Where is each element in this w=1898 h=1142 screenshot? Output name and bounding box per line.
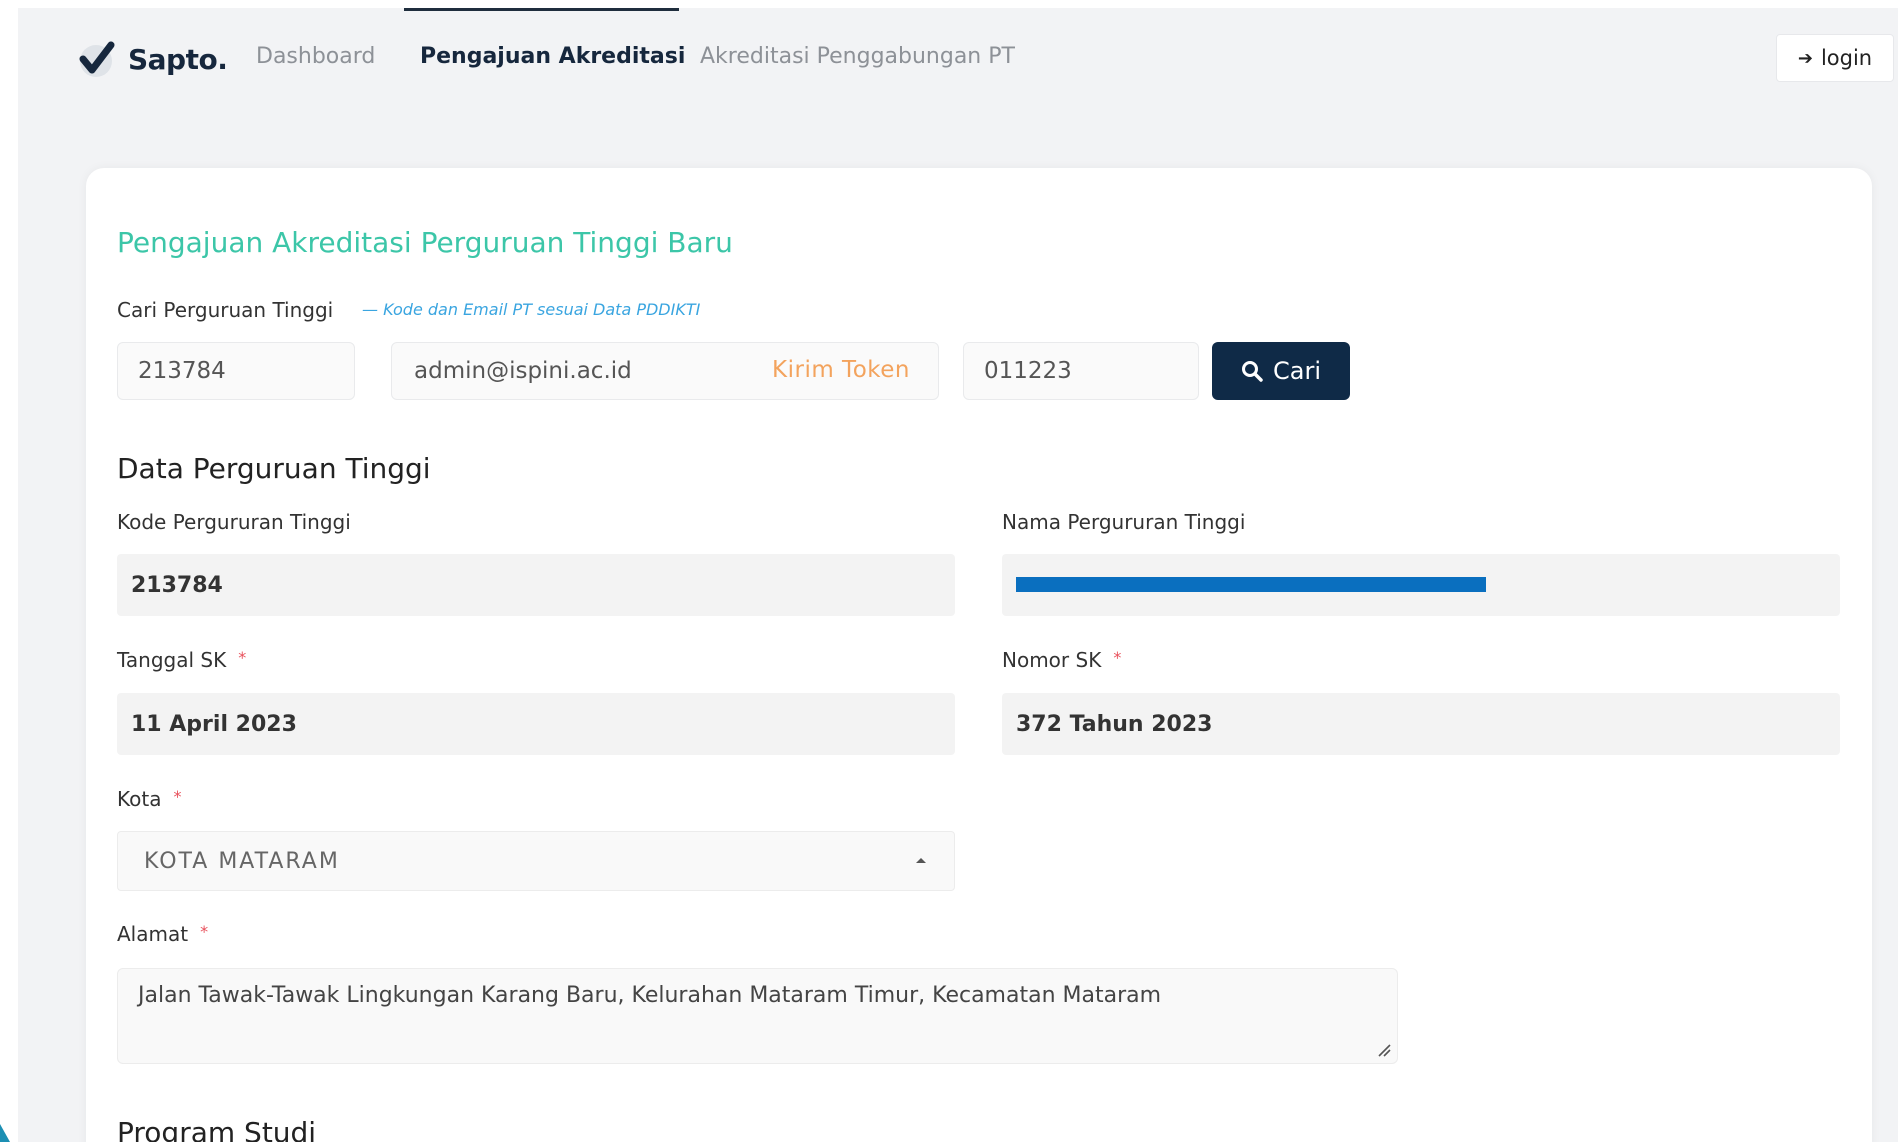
nomor-sk-label-text: Nomor SK [1002, 648, 1102, 672]
resize-handle-icon[interactable] [1377, 1043, 1391, 1057]
search-hint: — Kode dan Email PT sesuai Data PDDIKTI [362, 300, 701, 319]
brand-name: Sapto. [128, 42, 228, 76]
nav-akreditasi-penggabungan[interactable]: Akreditasi Penggabungan PT [700, 44, 1015, 69]
token-input[interactable]: 011223 [963, 342, 1199, 400]
nav-pengajuan-akreditasi[interactable]: Pengajuan Akreditasi [420, 44, 685, 69]
nomor-sk-value: 372 Tahun 2023 [1016, 711, 1213, 737]
tanggal-sk-label-text: Tanggal SK [117, 648, 227, 672]
kode-label: Kode Pergururan Tinggi [117, 510, 351, 534]
nama-label: Nama Pergururan Tinggi [1002, 510, 1246, 534]
alamat-textarea[interactable]: Jalan Tawak-Tawak Lingkungan Karang Baru… [117, 968, 1398, 1064]
kode-value: 213784 [131, 572, 223, 598]
search-email-value: admin@ispini.ac.id [414, 358, 632, 384]
program-studi-title: Program Studi [117, 1116, 317, 1142]
kota-value: KOTA MATARAM [144, 848, 340, 874]
check-logo-icon [79, 41, 115, 77]
brand[interactable]: Sapto. [76, 34, 228, 84]
sign-in-icon: ➔ [1797, 47, 1813, 69]
token-value: 011223 [984, 358, 1072, 384]
required-mark: * [173, 787, 182, 806]
cari-label: Cari [1273, 357, 1321, 385]
nomor-sk-field[interactable]: 372 Tahun 2023 [1002, 693, 1840, 755]
kirim-token-button[interactable]: Kirim Token [772, 357, 910, 383]
required-mark: * [200, 922, 209, 941]
kota-select[interactable]: KOTA MATARAM [117, 831, 955, 891]
search-label: Cari Perguruan Tinggi [117, 298, 334, 322]
search-email-input[interactable]: admin@ispini.ac.id Kirim Token [391, 342, 939, 400]
alamat-value: Jalan Tawak-Tawak Lingkungan Karang Baru… [138, 983, 1162, 1008]
search-icon [1242, 361, 1263, 382]
tanggal-sk-field[interactable]: 11 April 2023 [117, 693, 955, 755]
cari-button[interactable]: Cari [1212, 342, 1350, 400]
login-label: login [1820, 46, 1873, 70]
redaction-bar [1016, 577, 1486, 592]
corner-accent [0, 1124, 10, 1142]
form-title: Pengajuan Akreditasi Perguruan Tinggi Ba… [117, 226, 733, 259]
page: Sapto. Dashboard Pengajuan Akreditasi Ak… [0, 0, 1898, 1142]
data-section-title: Data Perguruan Tinggi [117, 452, 431, 485]
kota-label: Kota * [117, 787, 181, 811]
required-mark: * [238, 648, 247, 667]
tanggal-sk-label: Tanggal SK * [117, 648, 246, 672]
required-mark: * [1113, 648, 1122, 667]
search-kode-value: 213784 [138, 358, 226, 384]
tanggal-sk-value: 11 April 2023 [131, 711, 297, 737]
alamat-label-text: Alamat [117, 922, 189, 946]
nomor-sk-label: Nomor SK * [1002, 648, 1121, 672]
kode-field[interactable]: 213784 [117, 554, 955, 616]
alamat-label: Alamat * [117, 922, 208, 946]
login-button[interactable]: ➔ login [1776, 34, 1894, 82]
caret-up-icon [916, 858, 926, 863]
nav-active-indicator [404, 8, 679, 11]
nav-dashboard[interactable]: Dashboard [256, 44, 375, 69]
search-kode-input[interactable]: 213784 [117, 342, 355, 400]
kota-label-text: Kota [117, 787, 162, 811]
